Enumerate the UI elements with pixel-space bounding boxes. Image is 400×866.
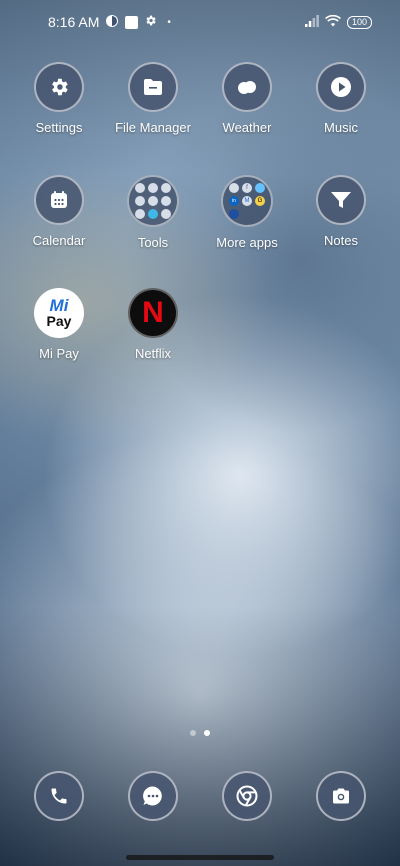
- app-label-mi-pay: Mi Pay: [39, 346, 79, 361]
- tools-mini-icon: [161, 183, 171, 193]
- app-label-notes: Notes: [324, 233, 358, 248]
- cloud-icon[interactable]: [222, 62, 272, 112]
- status-dot: •: [167, 16, 171, 28]
- page-indicator: [0, 730, 400, 736]
- tools-mini-icon: [135, 209, 145, 219]
- mi-pay-logo-pay: Pay: [46, 313, 72, 329]
- tools-mini-icon: [148, 183, 158, 193]
- wifi-icon: [325, 14, 341, 30]
- app-file-manager[interactable]: File Manager: [105, 62, 201, 135]
- mini-app-icon: [255, 183, 265, 193]
- app-weather[interactable]: Weather: [199, 62, 295, 135]
- folder-label-more-apps: More apps: [216, 235, 278, 250]
- tools-folder-icon[interactable]: [127, 175, 179, 227]
- app-label-settings: Settings: [35, 120, 83, 135]
- battery-indicator: 100: [346, 15, 372, 29]
- app-label-calendar: Calendar: [32, 233, 86, 248]
- phone-icon[interactable]: [34, 771, 84, 821]
- mini-app-icon: [255, 209, 265, 219]
- funnel-icon[interactable]: [316, 175, 366, 225]
- status-bar: 8:16 AM • 100: [0, 0, 400, 44]
- app-label-weather: Weather: [222, 120, 272, 135]
- app-calendar[interactable]: Calendar: [11, 175, 107, 248]
- app-label-music: Music: [324, 120, 358, 135]
- app-settings[interactable]: Settings: [11, 62, 107, 135]
- tools-mini-icon: [161, 196, 171, 206]
- app-netflix[interactable]: N Netflix: [105, 288, 201, 361]
- folder-label-tools: Tools: [137, 235, 169, 250]
- more-apps-folder-icon[interactable]: f in M G: [221, 175, 273, 227]
- play-icon[interactable]: [316, 62, 366, 112]
- mini-app-icon: M: [242, 196, 252, 206]
- folder-icon[interactable]: [128, 62, 178, 112]
- camera-icon[interactable]: [316, 771, 366, 821]
- folder-more-apps[interactable]: f in M G More apps: [199, 175, 295, 250]
- netflix-logo-letter: N: [142, 296, 164, 329]
- dock: [0, 771, 400, 821]
- app-music[interactable]: Music: [293, 62, 389, 135]
- calendar-icon[interactable]: [34, 175, 84, 225]
- chrome-icon[interactable]: [222, 771, 272, 821]
- tools-mini-icon: [161, 209, 171, 219]
- app-notes[interactable]: Notes: [293, 175, 389, 248]
- netflix-logo-icon[interactable]: N: [128, 288, 178, 338]
- app-label-file-manager: File Manager: [115, 120, 191, 135]
- mi-pay-logo-mi: Mi: [49, 296, 69, 315]
- status-left: 8:16 AM •: [48, 14, 171, 31]
- tools-mini-icon: [135, 196, 145, 206]
- tools-mini-icon: [148, 196, 158, 206]
- settings-icon[interactable]: [34, 62, 84, 112]
- page-dot-active[interactable]: [204, 730, 210, 736]
- tools-mini-icon: [148, 209, 158, 219]
- clock: 8:16 AM: [48, 14, 100, 30]
- mini-app-icon: [229, 183, 239, 193]
- signal-icon: [304, 14, 319, 30]
- settings-gear-status-icon: [144, 14, 157, 30]
- mini-app-icon: [229, 209, 239, 219]
- app-label-netflix: Netflix: [134, 346, 172, 361]
- tools-mini-icon: [135, 183, 145, 193]
- mi-pay-logo-icon[interactable]: Mi Pay: [34, 288, 84, 338]
- linkedin-mini-icon: in: [229, 196, 239, 206]
- folder-tools[interactable]: Tools: [105, 175, 201, 250]
- mini-app-icon: f: [242, 183, 252, 193]
- page-dot[interactable]: [190, 730, 196, 736]
- notification-square-icon: [125, 15, 139, 29]
- app-mi-pay[interactable]: Mi Pay Mi Pay: [11, 288, 107, 361]
- status-right: 100: [304, 14, 372, 30]
- data-saver-icon: [105, 14, 119, 31]
- mini-app-icon: G: [255, 196, 265, 206]
- mini-app-icon: [242, 209, 252, 219]
- home-gesture-bar[interactable]: [126, 855, 274, 860]
- messages-icon[interactable]: [128, 771, 178, 821]
